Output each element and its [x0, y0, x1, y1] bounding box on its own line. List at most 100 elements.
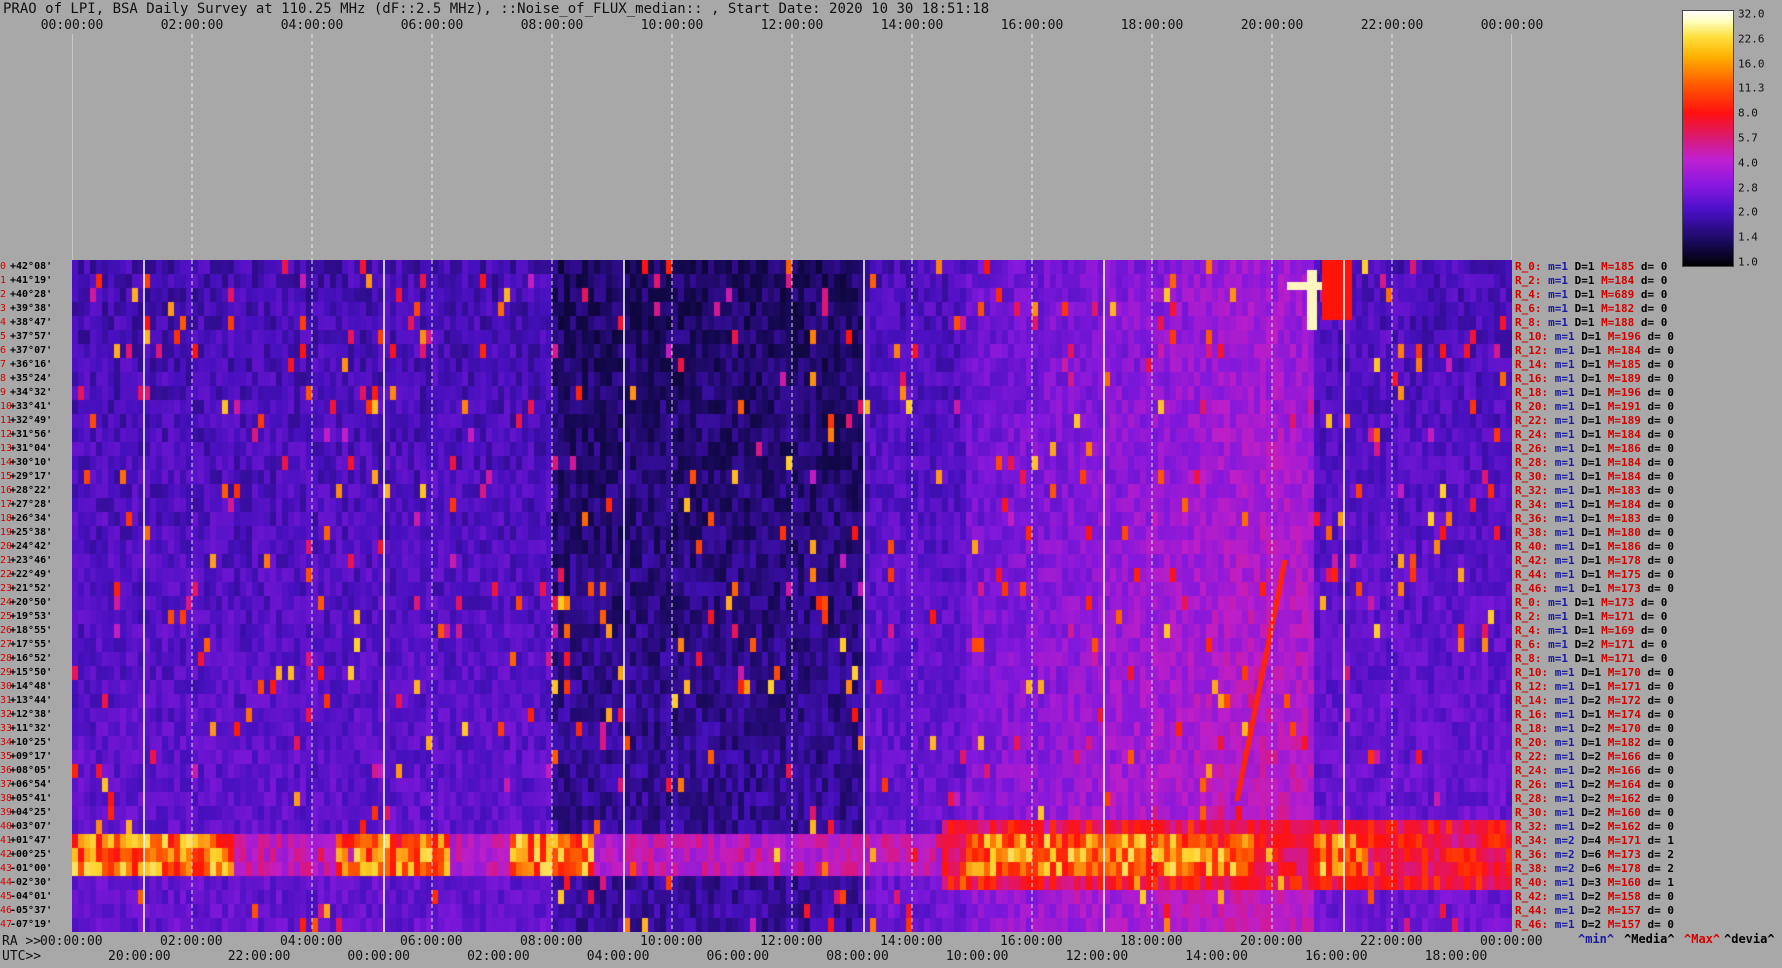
row-number: 8 [0, 373, 7, 384]
colorbar-tick: 22.6 [1738, 32, 1765, 46]
declination-label: 34+10°25' [0, 736, 52, 750]
row-number: 2 [0, 289, 7, 300]
row-number: 36 [0, 765, 13, 776]
utc-tick-label: 08:00:00 [826, 949, 889, 964]
row-number: 40 [0, 821, 13, 832]
row-stat: R_44: m=1 D=1 M=175 d= 0 [1515, 568, 1674, 581]
row-number: 18 [0, 513, 13, 524]
row-number: 35 [0, 751, 13, 762]
declination-value: +12°38' [10, 709, 53, 720]
declination-value: +20°50' [10, 597, 53, 608]
row-number: 42 [0, 849, 13, 860]
row-number: 32 [0, 709, 13, 720]
row-number: 22 [0, 569, 13, 580]
top-tick-label: 12:00:00 [760, 18, 824, 33]
declination-label: 19+25°38' [0, 526, 52, 540]
row-number: 34 [0, 737, 13, 748]
top-tick-label: 16:00:00 [1000, 18, 1064, 33]
row-stat: R_46: m=1 D=2 M=157 d= 0 [1515, 918, 1674, 931]
utc-prefix: UTC>> [2, 949, 42, 964]
row-number: 44 [0, 877, 13, 888]
utc-tick-label: 00:00:00 [347, 949, 411, 964]
row-number: 46 [0, 905, 13, 916]
declination-value: -07°19' [10, 919, 53, 930]
ra-tick-label: 00:00:00 [40, 934, 103, 949]
top-tick-label: 22:00:00 [1360, 18, 1424, 33]
ra-tick-label: 08:00:00 [520, 934, 583, 949]
row-number: 31 [0, 695, 13, 706]
declination-label: 18+26°34' [0, 512, 52, 526]
declination-label: 3 +39°38' [0, 302, 52, 316]
row-number: 13 [0, 443, 13, 454]
declination-label: 25+19°53' [0, 610, 52, 624]
declination-value: +38°47' [10, 317, 53, 328]
declination-value: +01°47' [10, 835, 53, 846]
heatmap-gridlines [143, 260, 1393, 932]
declination-value: +25°38' [10, 527, 53, 538]
row-number: 29 [0, 667, 13, 678]
declination-label: 39+04°25' [0, 806, 52, 820]
colorbar-tick: 11.3 [1738, 81, 1765, 95]
declination-label: 38+05°41' [0, 792, 52, 806]
declination-value: +19°53' [10, 611, 53, 622]
row-stat: R_34: m=2 D=4 M=171 d= 1 [1515, 834, 1674, 847]
declination-label: 13+31°04' [0, 442, 52, 456]
row-stat: R_4: m=1 D=1 M=169 d= 0 [1515, 624, 1668, 637]
ra-tick-label: 12:00:00 [760, 934, 823, 949]
row-number: 43 [0, 863, 13, 874]
declination-label: 27+17°55' [0, 638, 52, 652]
declination-label: 11+32°49' [0, 414, 52, 428]
row-number: 0 [0, 261, 7, 272]
row-stat: R_42: m=1 D=2 M=158 d= 0 [1515, 890, 1674, 903]
row-number: 14 [0, 457, 13, 468]
declination-value: +37°07' [10, 345, 53, 356]
row-stat: R_40: m=1 D=3 M=160 d= 1 [1515, 876, 1674, 889]
declination-label: 45-04°01' [0, 890, 52, 904]
ra-tick-label: 18:00:00 [1120, 934, 1183, 949]
declination-value: +29°17' [10, 471, 53, 482]
declination-value: +26°34' [10, 513, 53, 524]
row-stat: R_40: m=1 D=1 M=186 d= 0 [1515, 540, 1674, 553]
colorbar-tick: 4.0 [1738, 156, 1758, 170]
row-stat: R_2: m=1 D=1 M=171 d= 0 [1515, 610, 1668, 623]
row-stat: R_28: m=1 D=2 M=162 d= 0 [1515, 792, 1674, 805]
colorbar [1682, 10, 1734, 267]
declination-value: +23°46' [10, 555, 53, 566]
row-stat: R_26: m=1 D=1 M=186 d= 0 [1515, 442, 1674, 455]
ra-prefix: RA >> [2, 934, 42, 949]
row-number: 12 [0, 429, 13, 440]
row-number: 33 [0, 723, 13, 734]
ra-tick-label: 02:00:00 [160, 934, 223, 949]
colorbar-tick: 1.0 [1738, 255, 1758, 269]
row-stat: R_46: m=1 D=1 M=173 d= 0 [1515, 582, 1674, 595]
row-stat: R_14: m=1 D=1 M=185 d= 0 [1515, 358, 1674, 371]
utc-tick-label: 04:00:00 [586, 949, 650, 964]
row-stat: R_42: m=1 D=1 M=178 d= 0 [1515, 554, 1674, 567]
declination-label: 36+08°05' [0, 764, 52, 778]
ra-tick-label: 20:00:00 [1240, 934, 1303, 949]
declination-value: +37°57' [10, 331, 53, 342]
declination-label: 46-05°37' [0, 904, 52, 918]
legend-max: ^Max^ [1684, 932, 1721, 946]
declination-value: +03°07' [10, 821, 53, 832]
declination-value: +22°49' [10, 569, 53, 580]
declination-value: +30°10' [10, 457, 53, 468]
ra-tick-label: 06:00:00 [400, 934, 463, 949]
row-number: 16 [0, 485, 13, 496]
declination-label: 42+00°25' [0, 848, 52, 862]
declination-label: 15+29°17' [0, 470, 52, 484]
row-number: 30 [0, 681, 13, 692]
declination-label: 9 +34°32' [0, 386, 52, 400]
top-tick-label: 00:00:00 [40, 18, 104, 33]
row-stat: R_10: m=1 D=1 M=196 d= 0 [1515, 330, 1674, 343]
declination-label: 5 +37°57' [0, 330, 52, 344]
declination-label: 0 +42°08' [0, 260, 52, 274]
declination-value: +34°32' [10, 387, 53, 398]
top-tick-label: 18:00:00 [1120, 18, 1184, 33]
top-tick-label: 20:00:00 [1240, 18, 1304, 33]
ra-tick-label: 22:00:00 [1360, 934, 1423, 949]
declination-label: 43-01°00' [0, 862, 52, 876]
declination-label: 4 +38°47' [0, 316, 52, 330]
declination-label: 1 +41°19' [0, 274, 52, 288]
declination-label: 33+11°32' [0, 722, 52, 736]
